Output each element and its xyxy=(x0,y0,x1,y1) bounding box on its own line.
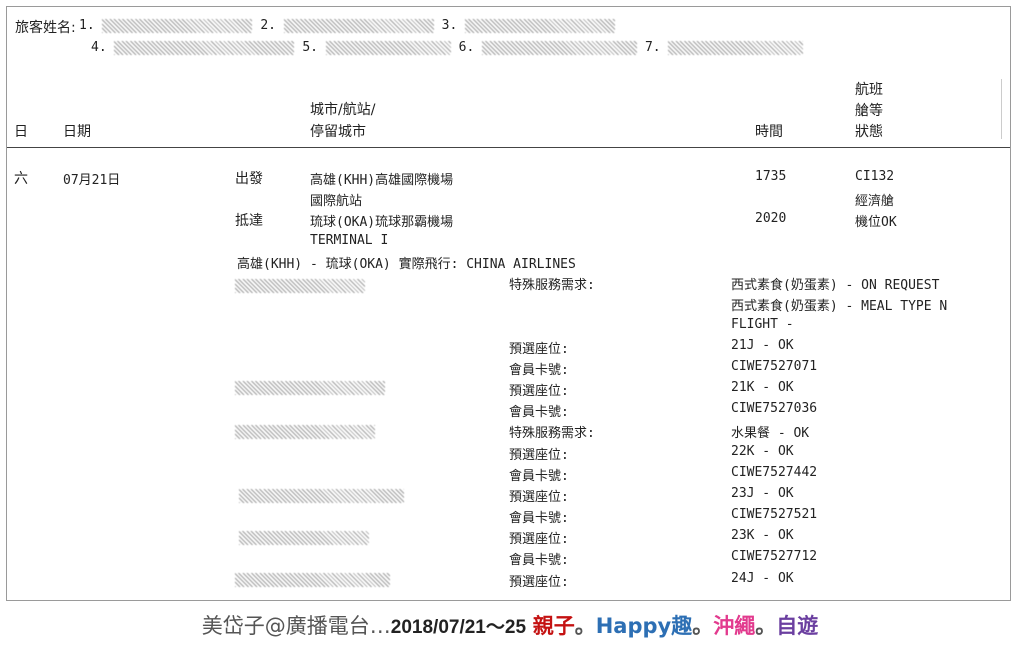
service-value: 23J - OK xyxy=(731,486,794,501)
service-value: CIWE7527521 xyxy=(731,507,818,522)
service-value: CIWE7527071 xyxy=(731,359,818,374)
service-label: 會員卡號: xyxy=(509,511,569,526)
passenger-line-2: 4. 5. 6. 7. xyxy=(91,40,804,55)
redacted-name xyxy=(239,531,369,545)
itinerary-page: 旅客姓名: 1. 2. 3. 4. 5. 6. 7. 日 日期 城市/航站/ 停… xyxy=(6,6,1011,601)
arrive-city: 琉球(OKA)琉球那霸機場 xyxy=(310,215,454,230)
passenger-number: 1. xyxy=(79,18,95,33)
passenger-number: 5. xyxy=(302,40,318,55)
redacted-name xyxy=(465,18,616,33)
redacted-name xyxy=(235,381,385,395)
booking-status: 機位OK xyxy=(855,215,897,230)
service-label: 會員卡號: xyxy=(509,469,569,484)
header-date: 日期 xyxy=(63,124,91,140)
service-label: 會員卡號: xyxy=(509,405,569,420)
arrive-terminal: TERMINAL I xyxy=(310,233,389,248)
service-value: 西式素食(奶蛋素) - MEAL TYPE N xyxy=(731,299,948,314)
cabin-class: 經濟艙 xyxy=(855,194,895,209)
arrive-label: 抵達 xyxy=(235,213,263,229)
service-label: 會員卡號: xyxy=(509,553,569,568)
caption-dot: 。 xyxy=(755,614,777,638)
depart-label: 出發 xyxy=(235,171,263,187)
service-value: 水果餐 - OK xyxy=(731,426,810,441)
redacted-name xyxy=(235,279,365,293)
header-flight-line1: 航班 xyxy=(855,82,883,98)
depart-city: 高雄(KHH)高雄國際機場 xyxy=(310,173,454,188)
passenger-number: 7. xyxy=(644,40,661,55)
cut-off-column xyxy=(1001,79,1010,139)
header-divider xyxy=(7,147,1010,148)
passenger-number: 4. xyxy=(91,40,107,55)
service-value: CIWE7527036 xyxy=(731,401,818,416)
service-value: 24J - OK xyxy=(731,571,794,586)
caption-date: 2018/07/21〜25 xyxy=(390,617,527,638)
header-time: 時間 xyxy=(755,124,783,140)
redacted-name xyxy=(482,40,638,55)
service-value: 21J - OK xyxy=(731,338,794,353)
service-value: 21K - OK xyxy=(731,380,794,395)
service-value: FLIGHT - xyxy=(731,317,794,332)
redacted-name xyxy=(114,40,295,55)
redacted-name xyxy=(102,18,253,33)
passenger-number: 2. xyxy=(260,18,276,33)
route-summary: 高雄(KHH) - 琉球(OKA) 實際飛行: CHINA AIRLINES xyxy=(237,257,576,272)
redacted-name xyxy=(239,489,404,503)
caption-word-self-travel: 自遊 xyxy=(776,614,819,638)
caption-word-happy: Happy趣 xyxy=(595,614,693,638)
segment-day: 六 xyxy=(14,171,28,187)
depart-time: 1735 xyxy=(755,169,787,184)
service-label: 預選座位: xyxy=(509,575,569,590)
redacted-name xyxy=(235,573,390,587)
redacted-name xyxy=(283,18,434,33)
service-value: CIWE7527442 xyxy=(731,465,818,480)
redacted-name xyxy=(235,425,375,439)
header-flight-line2: 艙等 xyxy=(855,103,883,119)
service-value: 22K - OK xyxy=(731,444,794,459)
redacted-name xyxy=(325,40,451,55)
service-label: 會員卡號: xyxy=(509,363,569,378)
header-city-line2: 停留城市 xyxy=(310,124,366,140)
arrive-time: 2020 xyxy=(755,211,787,226)
passenger-number: 3. xyxy=(441,18,458,33)
service-label: 特殊服務需求: xyxy=(509,426,595,441)
segment-date: 07月21日 xyxy=(63,173,121,188)
caption-author: 美岱子@廣播電台… xyxy=(201,614,391,638)
service-value: CIWE7527712 xyxy=(731,549,818,564)
service-label: 預選座位: xyxy=(509,384,569,399)
service-label: 預選座位: xyxy=(509,448,569,463)
service-value: 西式素食(奶蛋素) - ON REQUEST xyxy=(731,278,940,293)
passenger-number: 6. xyxy=(458,40,475,55)
service-label: 預選座位: xyxy=(509,490,569,505)
service-label: 特殊服務需求: xyxy=(509,278,595,293)
header-city-line1: 城市/航站/ xyxy=(310,102,376,118)
flight-number: CI132 xyxy=(855,169,895,184)
caption-dot: 。 xyxy=(692,614,714,638)
service-label: 預選座位: xyxy=(509,532,569,547)
header-flight-line3: 狀態 xyxy=(855,124,883,140)
caption-word-family: 親子 xyxy=(532,614,575,638)
blog-caption: 美岱子@廣播電台…2018/07/21〜25 親子。Happy趣。沖繩。自遊 xyxy=(0,610,1020,640)
passenger-line-1: 1. 2. 3. xyxy=(79,18,616,33)
redacted-name xyxy=(668,40,804,55)
passenger-label: 旅客姓名: xyxy=(15,20,76,36)
caption-word-okinawa: 沖繩 xyxy=(713,614,756,638)
depart-terminal: 國際航站 xyxy=(310,194,363,209)
header-day: 日 xyxy=(14,124,28,140)
service-value: 23K - OK xyxy=(731,528,794,543)
caption-dot: 。 xyxy=(574,614,596,638)
service-label: 預選座位: xyxy=(509,342,569,357)
